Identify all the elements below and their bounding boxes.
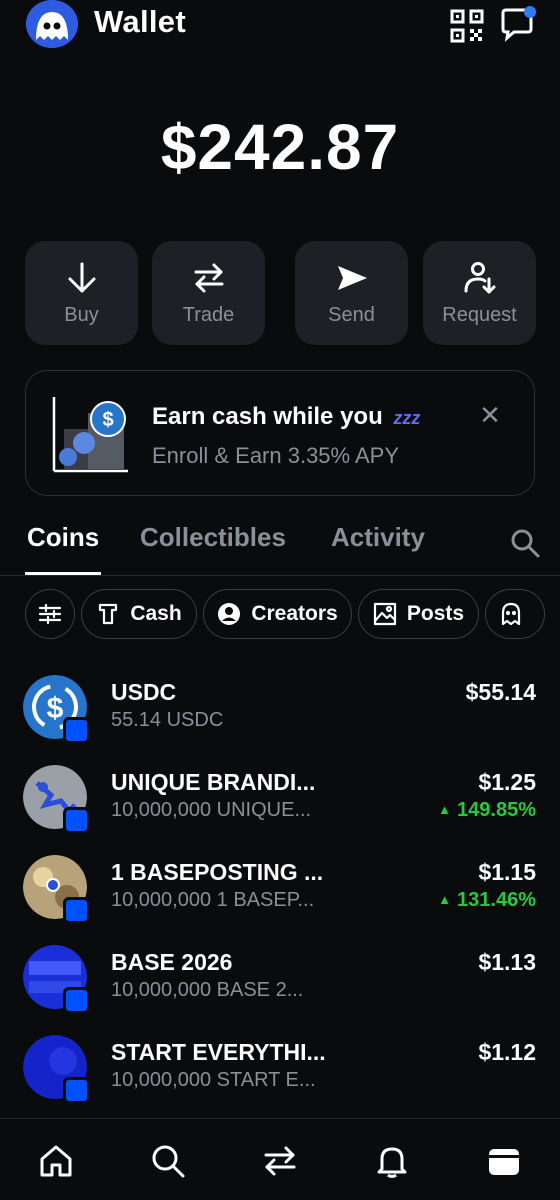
coin-amount: 10,000,000 BASE 2...: [111, 979, 304, 1001]
filter-chips: Cash Creators Posts: [0, 589, 560, 639]
chip-label: Creators: [251, 602, 338, 625]
coin-change: ▲ 149.85%: [438, 799, 536, 821]
chip-label: Cash: [130, 602, 182, 625]
tab-collectibles[interactable]: Collectibles: [140, 522, 286, 553]
cash-icon: [99, 603, 118, 625]
list-item[interactable]: UNIQUE BRANDI... 10,000,000 UNIQUE... $1…: [0, 765, 560, 855]
coin-value: $1.25: [478, 769, 536, 795]
tab-activity[interactable]: Activity: [331, 522, 425, 553]
send-arrow-icon: [337, 266, 367, 290]
coin-value: $1.13: [478, 949, 536, 975]
arrow-down-icon: [68, 262, 95, 293]
coin-name: USDC: [111, 679, 177, 705]
buy-label: Buy: [64, 304, 99, 326]
request-button[interactable]: Request: [423, 241, 536, 345]
page-title: Wallet: [94, 4, 186, 39]
coin-name: BASE 2026: [111, 949, 233, 975]
swap-arrows-icon: [194, 263, 223, 293]
bell-icon[interactable]: [374, 1143, 410, 1179]
app-header: Wallet: [0, 0, 560, 56]
coin-amount: 10,000,000 START E...: [111, 1069, 316, 1091]
base-chain-badge: [63, 897, 90, 924]
buy-button[interactable]: Buy: [25, 241, 138, 345]
tab-coins[interactable]: Coins: [27, 522, 99, 553]
svg-text:$: $: [47, 692, 64, 725]
ghost-avatar-icon[interactable]: [26, 0, 78, 48]
qr-code-icon[interactable]: [449, 8, 485, 44]
trade-label: Trade: [182, 304, 235, 326]
search-icon[interactable]: [510, 528, 540, 558]
chat-bubble-icon[interactable]: [498, 4, 538, 44]
coin-value: $55.14: [465, 679, 536, 705]
bottom-nav: [0, 1118, 560, 1200]
base-chain-badge: [63, 717, 90, 744]
list-item[interactable]: 1 BASEPOSTING ... 10,000,000 1 BASEP... …: [0, 855, 560, 945]
promo-title: Earn cash while you zzz: [152, 403, 421, 430]
earn-chart-icon: $: [52, 395, 128, 473]
svg-text:$: $: [102, 409, 113, 431]
base-chain-badge: [63, 987, 90, 1014]
promo-subtitle: Enroll & Earn 3.35% APY: [152, 443, 400, 468]
list-item[interactable]: START EVERYTHI... 10,000,000 START E... …: [0, 1035, 560, 1125]
person-request-icon: [464, 262, 495, 294]
up-triangle-icon: ▲: [438, 802, 452, 817]
coin-change: ▲ 131.46%: [438, 889, 536, 911]
earn-promo-card[interactable]: $ Earn cash while you zzz Enroll & Earn …: [25, 370, 535, 496]
wallet-icon[interactable]: [486, 1143, 522, 1179]
home-icon[interactable]: [38, 1143, 74, 1179]
up-triangle-icon: ▲: [438, 892, 452, 907]
search-icon[interactable]: [150, 1143, 186, 1179]
coin-name: UNIQUE BRANDI...: [111, 769, 316, 795]
coin-amount: 55.14 USDC: [111, 709, 224, 731]
send-label: Send: [328, 304, 375, 326]
filter-ghost-chip[interactable]: [485, 589, 545, 639]
filter-posts-chip[interactable]: Posts: [358, 589, 479, 639]
request-label: Request: [442, 304, 517, 326]
asset-tabs: Coins Collectibles Activity: [0, 518, 560, 576]
action-buttons: Buy Trade Send Request: [0, 241, 560, 345]
swap-arrows-icon[interactable]: [262, 1143, 298, 1179]
coin-value: $1.12: [478, 1039, 536, 1065]
person-circle-icon: [218, 603, 241, 625]
list-item[interactable]: $ USDC 55.14 USDC $55.14: [0, 675, 560, 765]
coin-value: $1.15: [478, 859, 536, 885]
base-chain-badge: [63, 1077, 90, 1104]
coin-amount: 10,000,000 UNIQUE...: [111, 799, 312, 821]
filter-creators-chip[interactable]: Creators: [203, 589, 352, 639]
active-tab-indicator: [25, 572, 101, 575]
filter-cash-chip[interactable]: Cash: [81, 589, 197, 639]
list-item[interactable]: BASE 2026 10,000,000 BASE 2... $1.13: [0, 945, 560, 1035]
image-icon: [373, 602, 397, 626]
base-chain-badge: [63, 807, 90, 834]
coin-name: 1 BASEPOSTING ...: [111, 859, 324, 885]
trade-button[interactable]: Trade: [152, 241, 265, 345]
filter-settings-chip[interactable]: [25, 589, 75, 639]
coin-amount: 10,000,000 1 BASEP...: [111, 889, 315, 911]
close-icon[interactable]: ✕: [478, 402, 502, 428]
chip-label: Posts: [406, 602, 465, 625]
total-balance: $242.87: [160, 111, 400, 183]
send-button[interactable]: Send: [295, 241, 408, 345]
sleeping-zzz-icon: zzz: [393, 408, 421, 428]
coin-name: START EVERYTHI...: [111, 1039, 326, 1065]
ghost-icon: [501, 602, 521, 626]
sliders-icon: [38, 603, 62, 625]
